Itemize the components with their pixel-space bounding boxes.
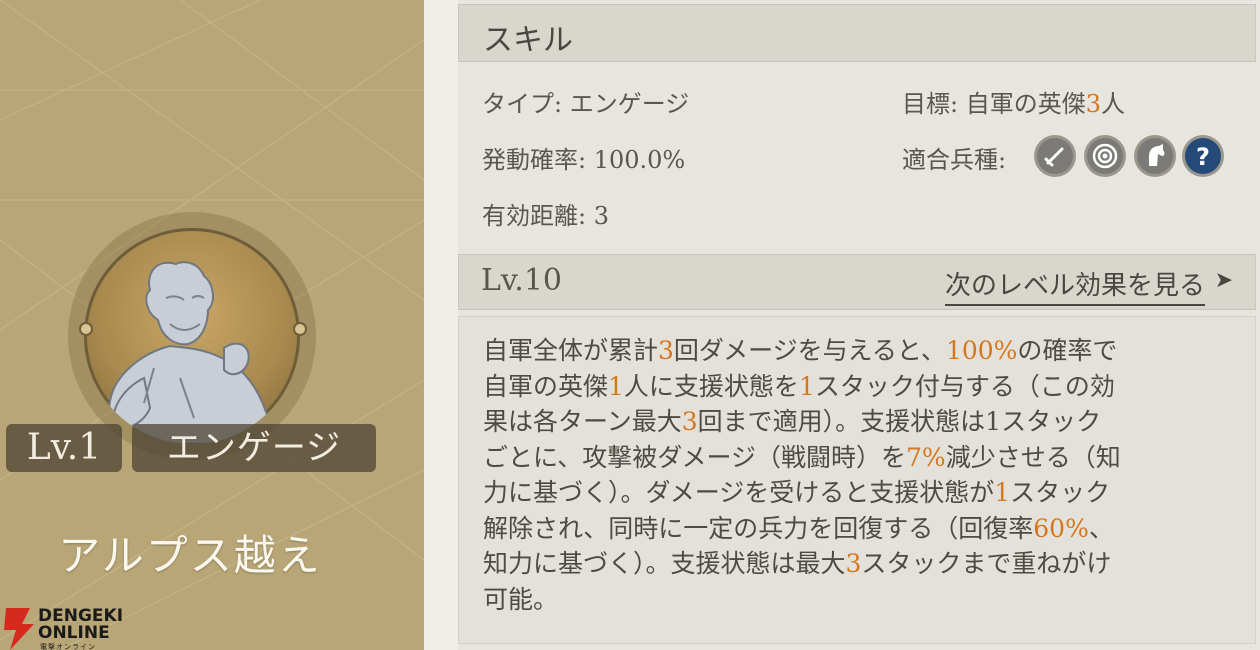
level-label: Lv.10 bbox=[481, 263, 563, 298]
description-text: 解除され、同時に一定の兵力を回復する（回復率 bbox=[483, 513, 1034, 543]
description-text: 人に支援状態を bbox=[623, 371, 799, 401]
description-text: スタック付与する（この効 bbox=[814, 371, 1115, 401]
description-text: 回まで適用）。支援状態は1スタック bbox=[697, 407, 1102, 436]
description-text: 力に基づく）。ダメージを受けると支援状態が bbox=[483, 478, 995, 507]
skill-target: 目標: 自軍の英傑3人 bbox=[902, 90, 1125, 118]
effective-range: 有効距離: 3 bbox=[482, 202, 609, 230]
description-text: 自軍全体が累計 bbox=[483, 336, 659, 365]
hero-portrait bbox=[84, 228, 300, 444]
dengeki-online-logo: DENGEKI ONLINE 電撃オンライン bbox=[2, 606, 132, 650]
highlight-value: 3 bbox=[681, 407, 698, 436]
description-text: スタックまで重ねがけ bbox=[861, 549, 1112, 578]
logo-line-2: ONLINE bbox=[38, 623, 110, 643]
level-header: Lv.10 次のレベル効果を見る ➤ bbox=[458, 254, 1256, 310]
skill-type: タイプ: エンゲージ bbox=[482, 90, 690, 118]
description-text: 減少させる（知 bbox=[945, 442, 1121, 472]
skill-header-title: スキル bbox=[483, 23, 573, 58]
description-text: 知力に基づく）。支援状態は最大 bbox=[483, 549, 846, 578]
skill-header: スキル bbox=[458, 4, 1256, 62]
description-line: 可能。 bbox=[483, 580, 558, 616]
description-text: スタック bbox=[1010, 478, 1111, 507]
description-text: 可能。 bbox=[483, 584, 559, 614]
chevron-right-icon[interactable]: ➤ bbox=[1215, 268, 1233, 293]
skill-name-badge: エンゲージ bbox=[132, 424, 376, 472]
ring-ornament-right bbox=[293, 322, 307, 336]
question-icon[interactable]: ? bbox=[1185, 138, 1221, 174]
description-line: 力に基づく）。ダメージを受けると支援状態が1スタック bbox=[483, 473, 1110, 509]
panel-divider bbox=[424, 0, 458, 650]
description-text: 回ダメージを与えると、 bbox=[673, 336, 946, 365]
highlight-value: 1 bbox=[608, 371, 624, 401]
description-text: の確率で bbox=[1017, 336, 1118, 365]
highlight-value: 3 bbox=[658, 336, 674, 365]
ring-ornament-left bbox=[79, 322, 93, 336]
description-text: 自軍の英傑 bbox=[483, 371, 609, 401]
description-text: 、 bbox=[1088, 513, 1114, 543]
description-line: 自軍全体が累計3回ダメージを与えると、100%の確率で bbox=[483, 331, 1117, 367]
logo-line-3: 電撃オンライン bbox=[40, 643, 96, 650]
activation-probability: 発動確率: 100.0% bbox=[482, 146, 686, 174]
level-badge: Lv.1 bbox=[6, 424, 122, 472]
skill-card: Lv.1 エンゲージ アルプス越え DENGEKI ONLINE 電撃オンライン bbox=[0, 0, 424, 650]
horse-icon[interactable] bbox=[1137, 138, 1173, 174]
skill-title: アルプス越え bbox=[58, 531, 322, 580]
highlight-value: 100% bbox=[945, 336, 1018, 365]
target-icon[interactable] bbox=[1087, 138, 1123, 174]
unit-types-label: 適合兵種: bbox=[902, 146, 1007, 174]
svg-text:?: ? bbox=[1196, 143, 1210, 171]
description-text: ごとに、攻撃被ダメージ（戦闘時）を bbox=[483, 442, 907, 472]
description-line: 知力に基づく）。支援状態は最大3スタックまで重ねがけ bbox=[483, 544, 1111, 580]
description-line: ごとに、攻撃被ダメージ（戦闘時）を7%減少させる（知 bbox=[483, 438, 1121, 474]
highlight-value: 60% bbox=[1033, 513, 1089, 543]
highlight-value: 3 bbox=[845, 549, 862, 578]
next-level-effect-link[interactable]: 次のレベル効果を見る bbox=[944, 265, 1205, 306]
highlight-value: 1 bbox=[798, 371, 815, 401]
sword-icon[interactable] bbox=[1037, 138, 1073, 174]
description-line: 自軍の英傑1人に支援状態を1スタック付与する（この効 bbox=[483, 367, 1115, 403]
description-line: 解除され、同時に一定の兵力を回復する（回復率60%、 bbox=[483, 509, 1114, 545]
description-text: 果は各ターン最大 bbox=[483, 407, 682, 436]
description-line: 果は各ターン最大3回まで適用）。支援状態は1スタック bbox=[483, 402, 1101, 438]
highlight-value: 7% bbox=[906, 442, 946, 472]
skill-description: 自軍全体が累計3回ダメージを与えると、100%の確率で 自軍の英傑1人に支援状態を… bbox=[458, 316, 1256, 644]
highlight-value: 1 bbox=[994, 478, 1011, 507]
